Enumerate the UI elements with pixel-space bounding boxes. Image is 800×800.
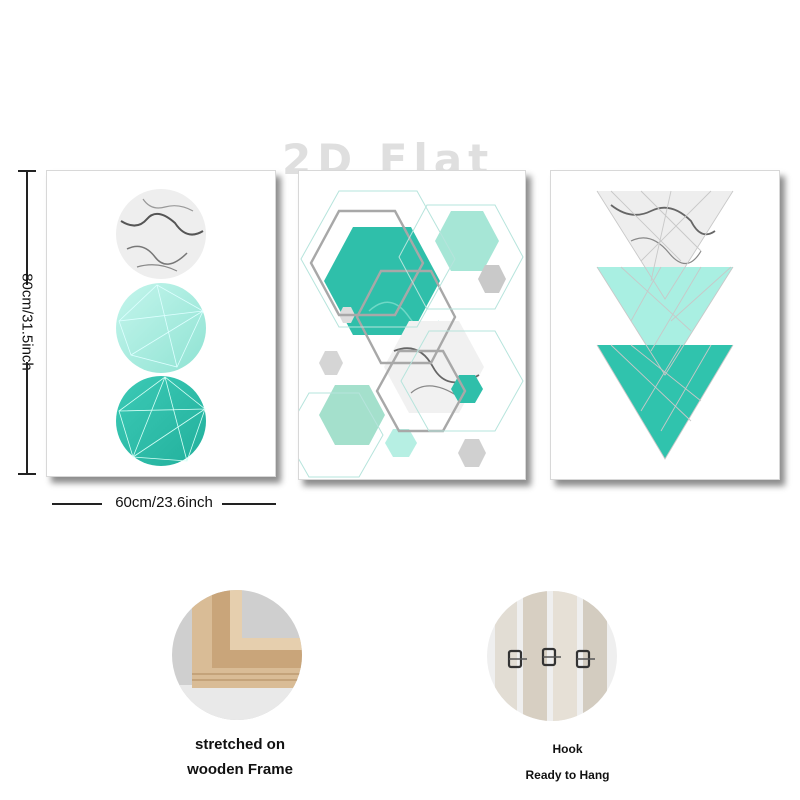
hook-clips-icon (487, 591, 617, 721)
height-dimension-label: 80cm/31.5inch (18, 273, 36, 371)
hook-caption: Hook Ready to Hang (480, 736, 655, 788)
teal-triangle (597, 345, 733, 459)
height-dimension: 80cm/31.5inch (14, 170, 40, 475)
mint-hexagon-left (319, 385, 385, 445)
triangles-art (596, 190, 734, 460)
height-dimension-cap-top (18, 170, 36, 172)
mint-hexagon-small (385, 429, 417, 457)
mint-circle (116, 283, 206, 373)
height-dimension-line-top (26, 170, 28, 285)
wooden-frame-caption-line-2: wooden Frame (187, 761, 293, 778)
width-dimension: 60cm/23.6inch (52, 494, 276, 514)
panel-triangles (550, 170, 780, 480)
width-dimension-value: 60 (115, 494, 132, 511)
hook-caption-line-1: Hook (552, 742, 583, 756)
hexagons-art (299, 190, 524, 478)
height-dimension-cap-bottom (18, 473, 36, 475)
width-dimension-line-right (222, 503, 276, 505)
marble-circle (116, 189, 206, 279)
wooden-frame-caption: stretched on wooden Frame (160, 732, 320, 782)
panel-circles (46, 170, 276, 477)
wooden-frame-photo (172, 590, 302, 720)
wooden-frame-caption-line-1: stretched on (194, 736, 285, 753)
panel-hexagons (298, 170, 526, 480)
wooden-frame-corner-icon (172, 590, 302, 720)
height-dimension-line-bottom (26, 362, 28, 475)
teal-circle (116, 376, 206, 466)
hook-photo (487, 591, 617, 721)
circles-art (116, 189, 206, 466)
width-dimension-unit: cm/23.6inch (131, 494, 213, 511)
hook-caption-line-2: Ready to Hang (525, 768, 610, 782)
